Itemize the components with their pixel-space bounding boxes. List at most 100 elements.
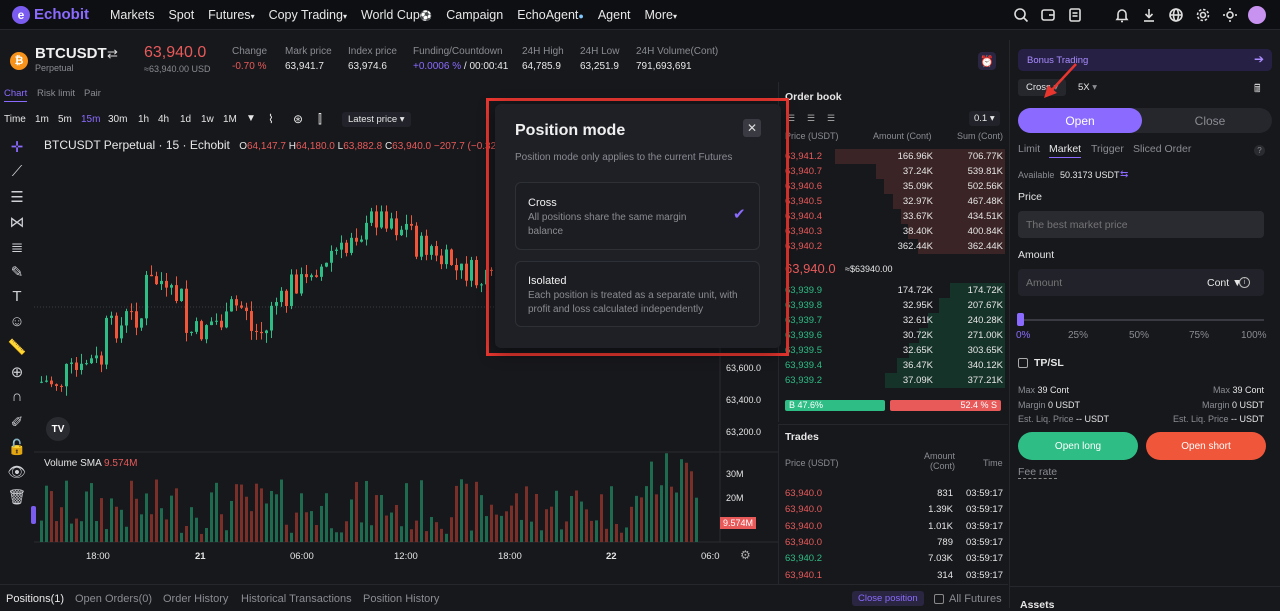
open-long-button[interactable]: Open long (1018, 432, 1138, 460)
open-short-button[interactable]: Open short (1146, 432, 1266, 460)
calculator-icon[interactable]: 🖩 (1254, 80, 1261, 99)
emoji-icon[interactable]: ☺ (0, 309, 34, 334)
nav-copy-trading[interactable]: Copy Trading▾ (269, 8, 347, 22)
close-position-button[interactable]: Close position (852, 591, 924, 606)
alarm-clock-icon[interactable]: ⏰ (978, 52, 996, 70)
tab-position-history[interactable]: Position History (363, 593, 439, 605)
slider-mark[interactable]: 100% (1241, 330, 1267, 341)
bid-row[interactable]: 63,939.4 36.47K 340.12K (779, 358, 1009, 373)
nav-spot[interactable]: Spot (168, 8, 194, 22)
order-tab-market[interactable]: Market (1049, 143, 1082, 158)
bid-row[interactable]: 63,939.6 30.72K 271.00K (779, 328, 1009, 343)
order-tab-sliced[interactable]: Sliced Order (1133, 143, 1191, 155)
candle-type-icon[interactable]: ⫿ (318, 112, 322, 127)
slider-mark[interactable]: 0% (1016, 330, 1030, 341)
tradingview-logo-icon[interactable]: TV (46, 417, 70, 441)
tab-positions[interactable]: Positions(1) (6, 593, 64, 605)
download-icon[interactable] (1140, 7, 1157, 24)
nav-more[interactable]: More▾ (645, 8, 678, 22)
info-icon[interactable]: i (1239, 277, 1250, 288)
lock-icon[interactable]: 🔓 (0, 434, 34, 459)
trash-icon[interactable]: 🗑 (0, 484, 34, 509)
ask-row[interactable]: 63,940.7 37.24K 539.81K (779, 164, 1009, 179)
tf-1d[interactable]: 1d (180, 114, 191, 125)
indicator-icon[interactable]: ⌇ (268, 112, 274, 126)
mode-option-isolated[interactable]: Isolated Each position is treated as a s… (515, 261, 760, 327)
tf-1h[interactable]: 1h (138, 114, 149, 125)
chart-settings-icon[interactable]: ⚙ (740, 548, 751, 562)
magnet-icon[interactable]: ∩ (0, 384, 34, 409)
tf-15m[interactable]: 15m (81, 114, 100, 125)
nav-markets[interactable]: Markets (110, 8, 154, 22)
tf-1M[interactable]: 1M (223, 114, 237, 125)
ruler-icon[interactable]: 📏 (0, 334, 34, 359)
theme-icon[interactable] (1221, 7, 1238, 24)
brush-icon[interactable]: ✎ (0, 259, 34, 284)
ask-row[interactable]: 63,941.2 166.96K 706.77K (779, 149, 1009, 164)
tf-30m[interactable]: 30m (108, 114, 127, 125)
order-tab-limit[interactable]: Limit (1018, 143, 1040, 155)
bid-row[interactable]: 63,939.5 32.65K 303.65K (779, 343, 1009, 358)
open-tab-button[interactable]: Open (1018, 108, 1142, 133)
ask-row[interactable]: 63,940.6 35.09K 502.56K (779, 179, 1009, 194)
transfer-icon[interactable]: ⇆ (1120, 169, 1128, 180)
ask-row[interactable]: 63,940.5 32.97K 467.48K (779, 194, 1009, 209)
latest-price-select[interactable]: Latest price ▾ (342, 112, 411, 127)
tab-historical-transactions[interactable]: Historical Transactions (241, 593, 352, 605)
crosshair-icon[interactable]: ✛ (0, 134, 34, 159)
settings-circle-icon[interactable]: ⊛ (293, 112, 303, 126)
tab-chart[interactable]: Chart (4, 88, 28, 102)
fib-icon[interactable]: ≣ (0, 234, 34, 259)
nav-world-cup[interactable]: World Cup⚽ (361, 8, 432, 22)
slider-mark[interactable]: 50% (1129, 330, 1149, 341)
bell-icon[interactable] (1113, 7, 1130, 24)
slider-mark[interactable]: 25% (1068, 330, 1088, 341)
lock-draw-icon[interactable]: ✐ (0, 409, 34, 434)
mode-option-cross[interactable]: Cross All positions share the same margi… (515, 182, 760, 250)
help-icon[interactable]: ? (1254, 145, 1265, 156)
wallet-icon[interactable] (1039, 7, 1056, 24)
tpsl-checkbox[interactable] (1018, 358, 1028, 368)
tab-risk-limit[interactable]: Risk limit (37, 88, 75, 99)
bid-row[interactable]: 63,939.2 37.09K 377.21K (779, 373, 1009, 388)
tab-open-orders[interactable]: Open Orders(0) (75, 593, 152, 605)
switch-symbol-icon[interactable]: ⇄ (107, 46, 118, 62)
eye-icon[interactable]: 👁 (0, 459, 34, 484)
amount-slider-thumb[interactable] (1017, 313, 1024, 326)
avatar[interactable] (1248, 6, 1266, 24)
orderbook-bids-icon[interactable]: ☰ (827, 113, 835, 124)
zoom-in-icon[interactable]: ⊕ (0, 359, 34, 384)
search-icon[interactable] (1012, 7, 1029, 24)
tf-time[interactable]: Time (4, 114, 26, 125)
ask-row[interactable]: 63,940.4 33.67K 434.51K (779, 209, 1009, 224)
precision-select[interactable]: 0.1 ▾ (969, 111, 1000, 126)
nav-agent[interactable]: Agent (598, 8, 631, 22)
amount-unit-select[interactable]: Cont ▼ (1207, 277, 1243, 289)
horizontal-lines-icon[interactable]: ☰ (0, 184, 34, 209)
amount-slider-track[interactable] (1018, 319, 1264, 321)
slider-mark[interactable]: 75% (1189, 330, 1209, 341)
leverage-select[interactable]: 5X ▾ (1078, 82, 1097, 93)
text-icon[interactable]: T (0, 284, 34, 309)
tf-more-caret-icon[interactable]: ▼ (246, 113, 256, 124)
bid-row[interactable]: 63,939.7 32.61K 240.28K (779, 313, 1009, 328)
bid-row[interactable]: 63,939.8 32.95K 207.67K (779, 298, 1009, 313)
price-input[interactable] (1018, 211, 1264, 238)
nav-campaign[interactable]: Campaign (446, 8, 503, 22)
order-tab-trigger[interactable]: Trigger (1091, 143, 1124, 155)
all-futures-checkbox[interactable] (934, 594, 944, 604)
symbol-name[interactable]: BTCUSDT (35, 45, 107, 62)
ask-row[interactable]: 63,940.2 362.44K 362.44K (779, 239, 1009, 254)
pattern-icon[interactable]: ⋈ (0, 209, 34, 234)
tf-4h[interactable]: 4h (158, 114, 169, 125)
orderbook-asks-icon[interactable]: ☰ (807, 113, 815, 124)
nav-echoagent[interactable]: EchoAgent● (517, 8, 584, 22)
tf-1m[interactable]: 1m (35, 114, 49, 125)
orders-icon[interactable] (1066, 7, 1083, 24)
trendline-icon[interactable]: ⟋ (0, 159, 34, 184)
ask-row[interactable]: 63,940.3 38.40K 400.84K (779, 224, 1009, 239)
nav-futures[interactable]: Futures▾ (208, 8, 254, 22)
close-icon[interactable]: ✕ (743, 119, 761, 137)
tf-5m[interactable]: 5m (58, 114, 72, 125)
globe-icon[interactable] (1167, 7, 1184, 24)
